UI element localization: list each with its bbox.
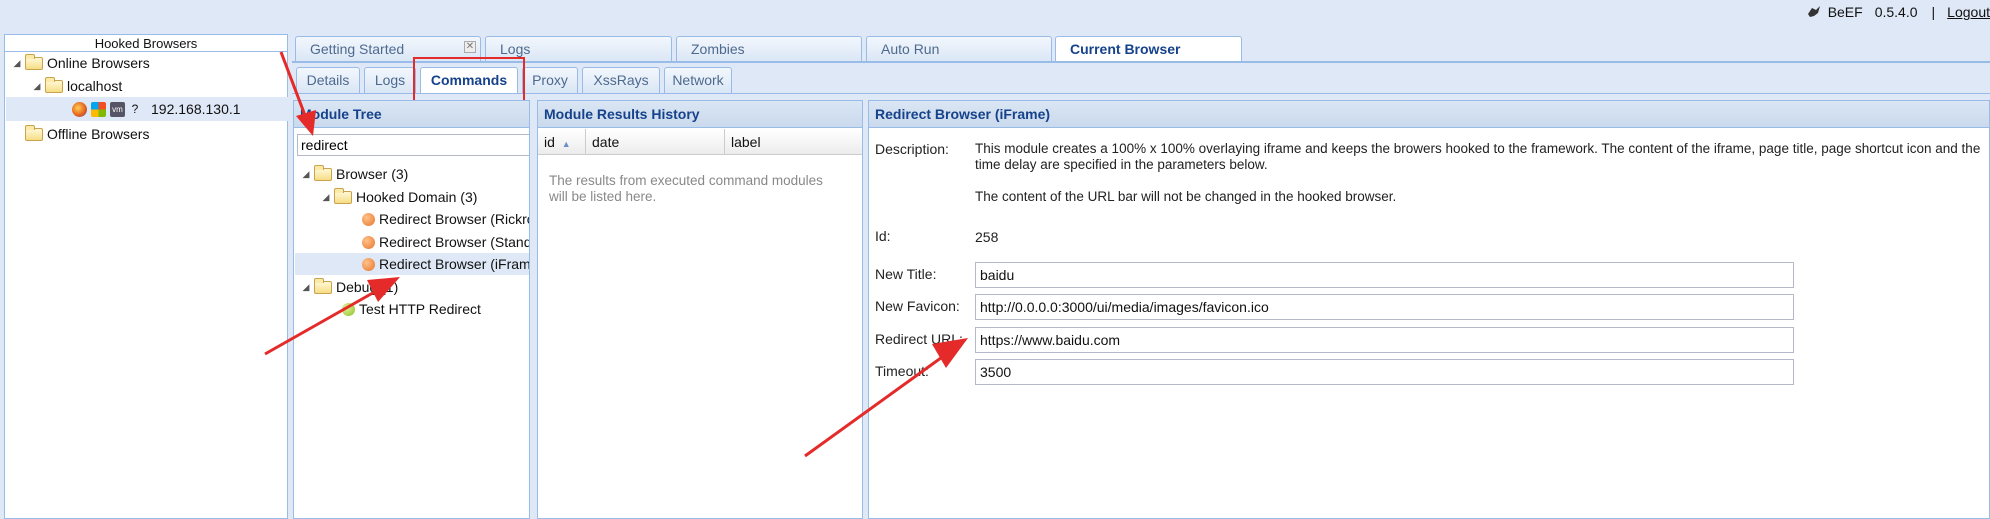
commands-highlight-annotation — [413, 57, 525, 103]
brand: BeEF 0.5.4.0 | Logout — [1806, 4, 1990, 20]
tree-node-offline-browsers[interactable]: Offline Browsers — [11, 123, 149, 145]
offline-browsers-label: Offline Browsers — [47, 126, 150, 142]
subtab-network[interactable]: Network — [664, 67, 732, 93]
tab-logs-label: Logs — [500, 41, 531, 57]
module-status-icon — [362, 235, 375, 249]
tab-current-browser-label: Current Browser — [1070, 41, 1181, 57]
description-paragraph-1: This module creates a 100% x 100% overla… — [975, 141, 1981, 172]
close-icon[interactable]: ✕ — [464, 41, 476, 53]
subtab-logs[interactable]: Logs — [364, 67, 416, 93]
timeout-label: Timeout: — [875, 363, 929, 379]
module-search-input[interactable] — [297, 134, 529, 156]
column-id-label: id — [544, 134, 555, 150]
hooked-browser-row[interactable]: vm ? 192.168.130.1 — [6, 97, 288, 121]
module-results-panel: Module Results History id ▲ date label T… — [537, 100, 863, 519]
expand-triangle-icon[interactable]: ◢ — [320, 186, 332, 208]
folder-icon — [314, 277, 332, 294]
sub-tab-bar: Details Logs Commands Proxy XssRays Netw… — [292, 63, 1990, 94]
new-favicon-label: New Favicon: — [875, 298, 960, 314]
host-ip-label: 192.168.130.1 — [151, 101, 241, 117]
tree-node-debug[interactable]: ◢ Debug (1) — [300, 276, 398, 298]
logout-link[interactable]: Logout — [1947, 4, 1990, 20]
id-value: 258 — [975, 229, 999, 245]
id-label: Id: — [875, 228, 891, 244]
column-label[interactable]: label — [725, 129, 862, 155]
expand-triangle-icon[interactable]: ◢ — [300, 163, 312, 185]
module-status-icon — [342, 302, 355, 316]
module-detail-title: Redirect Browser (iFrame) — [869, 101, 1989, 128]
timeout-input[interactable] — [975, 359, 1794, 385]
hooked-browsers-panel: Hooked Browsers ◢ Online Browsers ◢ loca… — [4, 34, 288, 519]
folder-icon — [45, 76, 63, 93]
hooked-browsers-title: Hooked Browsers — [5, 35, 287, 52]
app-version: 0.5.4.0 — [1874, 4, 1918, 20]
module-item[interactable]: Redirect Browser (Rickroll) — [360, 208, 530, 230]
tree-node-localhost[interactable]: ◢ localhost — [31, 75, 122, 97]
module-results-title: Module Results History — [538, 101, 862, 128]
firefox-icon — [72, 101, 87, 117]
module-item-label: Test HTTP Redirect — [359, 301, 481, 317]
tree-node-online-browsers[interactable]: ◢ Online Browsers — [11, 52, 150, 74]
beef-logo-icon — [1807, 6, 1820, 17]
hooked-domain-folder-label: Hooked Domain (3) — [356, 189, 478, 205]
module-item[interactable]: Test HTTP Redirect — [340, 298, 481, 320]
module-item-label: Redirect Browser (iFrame) — [379, 256, 530, 272]
subtab-xssrays[interactable]: XssRays — [582, 67, 660, 93]
debug-folder-label: Debug (1) — [336, 279, 399, 295]
tab-auto-run[interactable]: Auto Run — [866, 36, 1052, 62]
redirect-url-input[interactable] — [975, 327, 1794, 353]
subtab-proxy[interactable]: Proxy — [522, 67, 578, 93]
online-browsers-label: Online Browsers — [47, 55, 150, 71]
tab-zombies-label: Zombies — [691, 41, 745, 57]
expand-triangle-icon[interactable]: ◢ — [31, 75, 43, 97]
description-paragraph-2: The content of the URL bar will not be c… — [975, 189, 1397, 204]
localhost-label: localhost — [67, 78, 123, 94]
module-tree-panel: Module Tree ◢ Browser (3) ◢ Hooked Domai… — [293, 100, 530, 519]
new-favicon-input[interactable] — [975, 294, 1794, 320]
tree-node-hooked-domain[interactable]: ◢ Hooked Domain (3) — [320, 186, 477, 208]
sort-asc-icon: ▲ — [561, 139, 571, 149]
subtab-details[interactable]: Details — [296, 67, 360, 93]
unknown-question-icon: ? — [131, 101, 139, 116]
header-separator: | — [1931, 4, 1936, 20]
panel-splitter[interactable] — [288, 34, 292, 519]
folder-icon — [25, 124, 43, 141]
tab-current-browser[interactable]: Current Browser — [1055, 36, 1242, 62]
tab-zombies[interactable]: Zombies — [676, 36, 862, 62]
expand-triangle-icon[interactable]: ◢ — [300, 276, 312, 298]
folder-icon — [334, 187, 352, 204]
module-item-label: Redirect Browser (Standard) — [379, 234, 529, 250]
module-status-icon — [362, 257, 375, 271]
module-item-label: Redirect Browser (Rickroll) — [379, 211, 530, 227]
top-bar: BeEF 0.5.4.0 | Logout — [0, 0, 1990, 36]
browser-folder-label: Browser (3) — [336, 166, 409, 182]
module-item[interactable]: Redirect Browser (Standard) — [360, 231, 529, 253]
results-empty-text: The results from executed command module… — [549, 173, 823, 204]
windows-icon — [91, 101, 106, 117]
expand-triangle-icon[interactable]: ◢ — [11, 52, 23, 74]
column-id[interactable]: id ▲ — [538, 129, 586, 155]
vm-icon: vm — [110, 101, 125, 117]
new-title-input[interactable] — [975, 262, 1794, 288]
module-tree-title: Module Tree — [294, 101, 529, 128]
app-name: BeEF — [1827, 4, 1863, 20]
redirect-url-label: Redirect URL: — [875, 331, 963, 347]
tab-getting-started-label: Getting Started — [310, 41, 405, 57]
folder-icon — [25, 53, 43, 70]
tree-node-browser[interactable]: ◢ Browser (3) — [300, 163, 408, 185]
tab-auto-run-label: Auto Run — [881, 41, 940, 57]
folder-icon — [314, 164, 332, 181]
results-grid-header: id ▲ date label — [538, 129, 862, 155]
module-status-icon — [362, 212, 375, 226]
module-detail-panel: Redirect Browser (iFrame) Description: T… — [868, 100, 1990, 519]
column-date[interactable]: date — [586, 129, 725, 155]
new-title-label: New Title: — [875, 266, 937, 282]
description-label: Description: — [875, 141, 949, 157]
module-item-selected[interactable]: Redirect Browser (iFrame) — [360, 253, 530, 275]
description-text: This module creates a 100% x 100% overla… — [975, 141, 1985, 205]
